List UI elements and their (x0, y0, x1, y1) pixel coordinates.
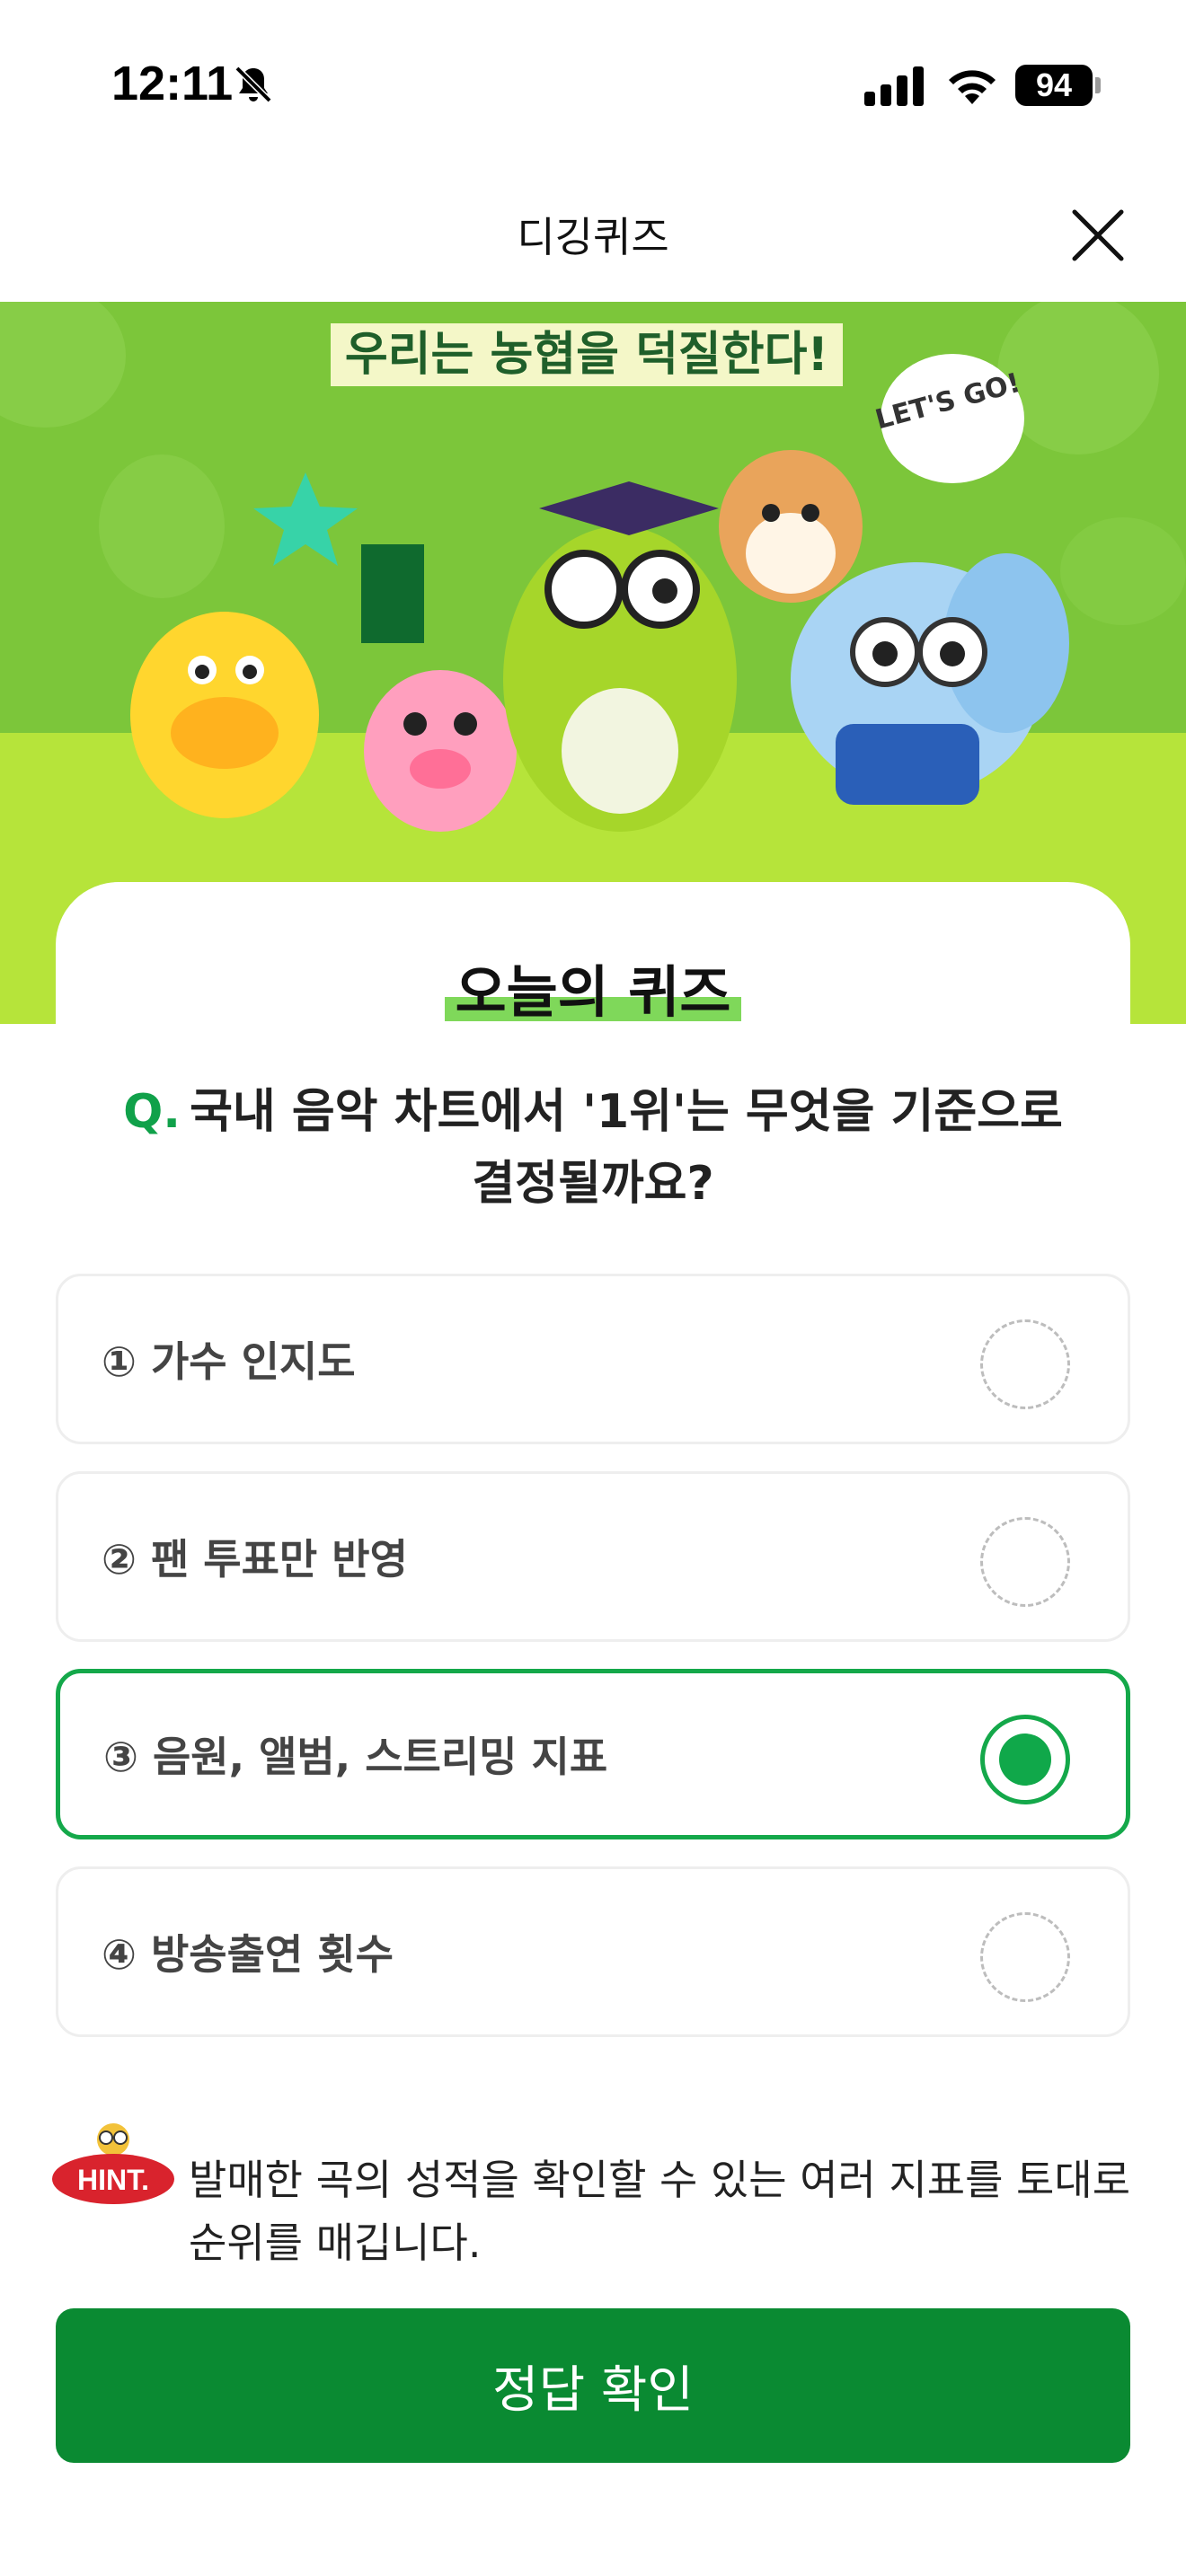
battery-cap (1095, 77, 1101, 93)
answer-option-label: ③ 음원, 앨범, 스트리밍 지표 (103, 1733, 608, 1781)
answer-option-2[interactable]: ② 팬 투표만 반영 (56, 1471, 1130, 1642)
confirm-answer-button[interactable]: 정답 확인 (56, 2308, 1130, 2463)
radio-dot (999, 1734, 1051, 1786)
radio-button[interactable] (980, 1319, 1070, 1409)
quiz-page: 12:11 94 디깅퀴즈 우리는 농협을 덕질한다! LET'S GO! 오늘… (0, 0, 1186, 2576)
quiz-heading: 오늘의 퀴즈 (0, 947, 1186, 1028)
banner-headline: 우리는 농협을 덕질한다! (345, 328, 828, 382)
radio-button-selected[interactable] (980, 1715, 1070, 1804)
radio-button[interactable] (980, 1912, 1070, 2002)
answer-option-label: ② 팬 투표만 반영 (102, 1535, 408, 1584)
radio-button[interactable] (980, 1517, 1070, 1607)
wifi-icon (949, 70, 996, 104)
close-button[interactable] (1067, 205, 1128, 266)
answer-option-4[interactable]: ④ 방송출연 횟수 (56, 1866, 1130, 2037)
answer-options: ① 가수 인지도 ② 팬 투표만 반영 ③ 음원, 앨범, 스트리밍 지표 ④ … (56, 1274, 1130, 2064)
hint-badge-icon: HINT. (52, 2123, 174, 2204)
hint-text: 발매한 곡의 성적을 확인할 수 있는 여러 지표를 토대로 순위를 매깁니다. (189, 2156, 1131, 2267)
answer-option-label: ④ 방송출연 횟수 (102, 1930, 394, 1979)
answer-option-label: ① 가수 인지도 (102, 1337, 356, 1386)
quiz-heading-text: 오늘의 퀴즈 (444, 947, 742, 1028)
question-prefix: Q. (123, 1085, 181, 1139)
question-text: 국내 음악 차트에서 '1위'는 무엇을 기준으로 결정될까요? (190, 1085, 1063, 1211)
hint-badge-label: HINT. (77, 2164, 149, 2196)
status-time: 12:11 (111, 57, 234, 110)
battery-indicator: 94 (1015, 65, 1093, 106)
status-bar: 12:11 94 (0, 0, 1186, 171)
answer-option-3[interactable]: ③ 음원, 앨범, 스트리밍 지표 (56, 1669, 1130, 1839)
signal-icon (864, 66, 924, 106)
answer-option-1[interactable]: ① 가수 인지도 (56, 1274, 1130, 1444)
quiz-question: Q. 국내 음악 차트에서 '1위'는 무엇을 기준으로 결정될까요? (99, 1076, 1087, 1220)
bell-muted-icon (235, 66, 272, 103)
page-title: 디깅퀴즈 (517, 213, 669, 261)
